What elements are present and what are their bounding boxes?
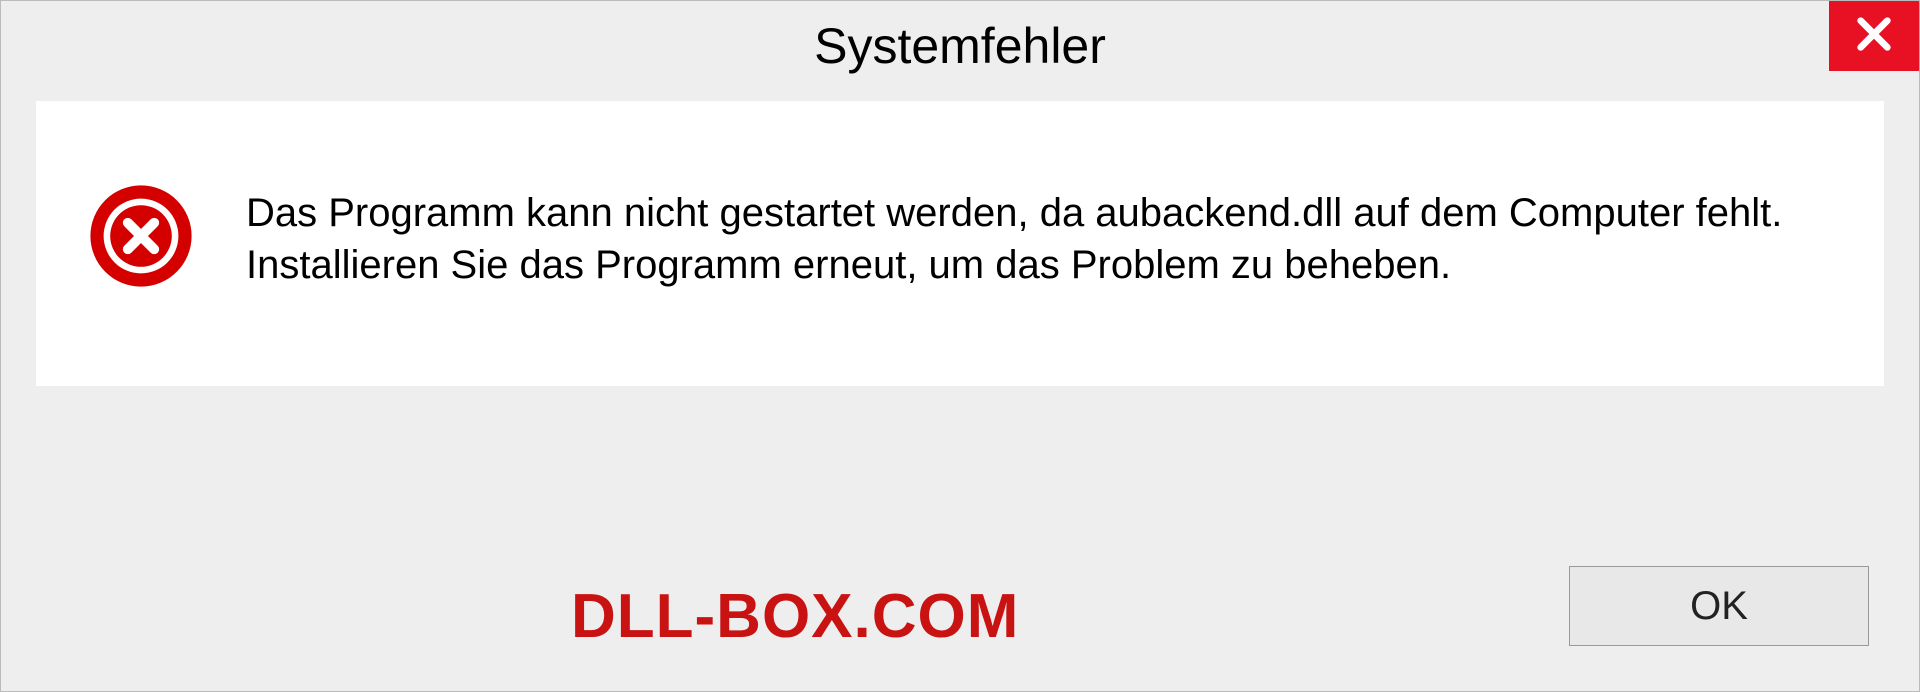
titlebar: Systemfehler bbox=[1, 1, 1919, 91]
close-button[interactable] bbox=[1829, 1, 1919, 71]
error-message: Das Programm kann nicht gestartet werden… bbox=[246, 187, 1824, 291]
watermark-text: DLL-BOX.COM bbox=[571, 581, 1019, 652]
content-area: Das Programm kann nicht gestartet werden… bbox=[36, 101, 1884, 386]
ok-button-label: OK bbox=[1690, 584, 1748, 629]
dialog-title: Systemfehler bbox=[814, 17, 1106, 75]
dialog-footer: DLL-BOX.COM OK bbox=[1, 541, 1919, 691]
close-icon bbox=[1854, 14, 1894, 59]
error-icon bbox=[86, 181, 196, 296]
ok-button[interactable]: OK bbox=[1569, 566, 1869, 646]
error-dialog: Systemfehler Das Programm kann nicht ges… bbox=[0, 0, 1920, 692]
